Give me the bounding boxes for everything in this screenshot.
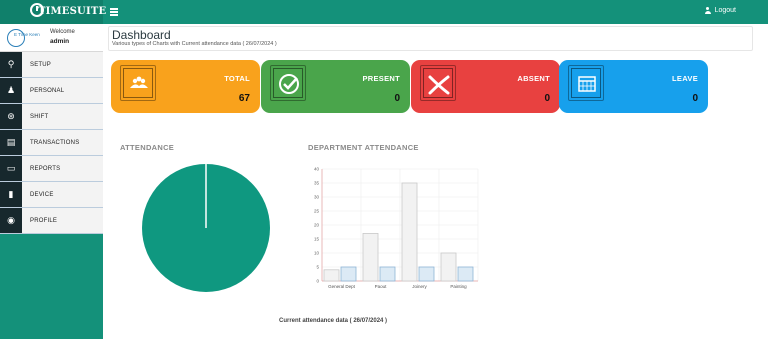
bar — [401, 182, 418, 282]
x-tick-label: Painting — [450, 284, 467, 289]
sidebar: E Time Keen Welcome admin ⚲ SETUP ♟ PERS… — [0, 24, 103, 339]
sidebar-item-label: PERSONAL — [30, 87, 65, 94]
card-value: 67 — [238, 93, 250, 104]
department-bar-chart: 0 5 10 15 20 25 30 35 40 General Dept Paout Joinery… — [314, 167, 479, 289]
y-tick-label: 25 — [314, 209, 320, 214]
card-title: TOTAL — [224, 74, 250, 83]
x-icon — [420, 65, 456, 101]
logout-button[interactable]: Logout — [704, 7, 736, 14]
attendance-title: ATTENDANCE — [120, 143, 175, 152]
card-value: 0 — [394, 93, 400, 104]
x-tick-label: Paout — [375, 284, 388, 289]
card-value: 0 — [692, 93, 698, 104]
company-logo-text: E Time Keen — [14, 32, 40, 37]
sidebar-item-label: SHIFT — [30, 113, 49, 120]
brand[interactable]: TIMESUITE — [0, 0, 107, 24]
sidebar-item-label: REPORTS — [30, 165, 61, 172]
y-tick-label: 5 — [316, 265, 319, 270]
absent-card[interactable]: ABSENT 0 — [411, 60, 560, 113]
y-tick-label: 0 — [316, 279, 319, 284]
sidebar-item-device[interactable]: ▮ DEVICE — [0, 182, 103, 208]
y-tick-label: 40 — [314, 167, 320, 172]
document-icon: ▤ — [0, 130, 22, 155]
bar — [440, 252, 457, 282]
card-title: ABSENT — [517, 74, 550, 83]
y-tick-label: 20 — [314, 223, 320, 228]
attendance-pie-chart — [142, 164, 270, 292]
sidebar-item-reports[interactable]: ▭ REPORTS — [0, 156, 103, 182]
page-subtitle: Various types of Charts with Current att… — [112, 41, 277, 47]
page-header: Dashboard Various types of Charts with C… — [108, 26, 753, 51]
sidebar-item-label: SETUP — [30, 61, 52, 68]
sidebar-item-label: TRANSACTIONS — [30, 139, 80, 146]
y-tick-label: 30 — [314, 195, 320, 200]
profile-icon: ◉ — [0, 208, 22, 233]
key-icon: ⚲ — [0, 52, 22, 77]
bar — [340, 266, 357, 282]
user-name: admin — [50, 38, 70, 45]
top-bar: TIMESUITE Logout — [0, 0, 768, 24]
page-title: Dashboard — [112, 28, 171, 42]
present-card[interactable]: PRESENT 0 — [261, 60, 410, 113]
y-tick-label: 15 — [314, 237, 320, 242]
x-tick-label: General Dept — [328, 284, 356, 289]
x-tick-label: Joinery — [412, 284, 427, 289]
welcome-text: Welcome — [50, 29, 75, 35]
footer-caption: Current attendance data ( 26/07/2024 ) — [279, 318, 388, 324]
file-icon: ▭ — [0, 156, 22, 181]
sidebar-item-setup[interactable]: ⚲ SETUP — [0, 52, 103, 78]
company-logo: E Time Keen — [7, 29, 41, 47]
y-tick-label: 35 — [314, 181, 320, 186]
card-value: 0 — [544, 93, 550, 104]
bar — [362, 233, 379, 282]
bar — [323, 269, 340, 282]
bar — [418, 266, 435, 282]
y-tick-label: 10 — [314, 251, 320, 256]
sitemap-icon: ⊛ — [0, 104, 22, 129]
menu-toggle-button[interactable] — [110, 8, 118, 17]
check-icon — [270, 65, 306, 101]
sidebar-item-transactions[interactable]: ▤ TRANSACTIONS — [0, 130, 103, 156]
user-icon: ♟ — [0, 78, 22, 103]
device-icon: ▮ — [0, 182, 22, 207]
profile-box: E Time Keen Welcome admin — [0, 24, 103, 52]
sidebar-item-profile[interactable]: ◉ PROFILE — [0, 208, 103, 234]
users-icon — [120, 65, 156, 101]
sidebar-item-label: DEVICE — [30, 191, 54, 198]
sidebar-item-shift[interactable]: ⊛ SHIFT — [0, 104, 103, 130]
brand-name: TIMESUITE — [38, 6, 107, 17]
user-icon — [704, 7, 711, 14]
bar — [379, 266, 396, 282]
department-attendance-title: DEPARTMENT ATTENDANCE — [308, 143, 419, 152]
sidebar-item-label: PROFILE — [30, 217, 58, 224]
bar — [457, 266, 474, 282]
sidebar-item-personal[interactable]: ♟ PERSONAL — [0, 78, 103, 104]
total-card[interactable]: TOTAL 67 — [111, 60, 260, 113]
logout-label: Logout — [714, 7, 736, 14]
calendar-icon — [568, 65, 604, 101]
leave-card[interactable]: LEAVE 0 — [559, 60, 708, 113]
sidebar-nav: ⚲ SETUP ♟ PERSONAL ⊛ SHIFT ▤ TRANSACTION… — [0, 52, 103, 234]
card-title: PRESENT — [362, 74, 400, 83]
card-title: LEAVE — [672, 74, 698, 83]
